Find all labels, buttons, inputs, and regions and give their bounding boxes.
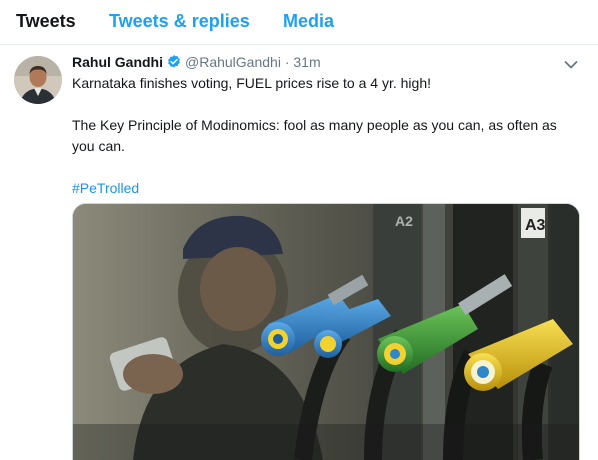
tab-tweets[interactable]: Tweets (16, 11, 76, 32)
hashtag-link[interactable]: #PeTrolled (72, 178, 582, 199)
tab-media[interactable]: Media (283, 11, 334, 32)
fuel-pump-photo: A3 A2 (73, 204, 579, 460)
tweet[interactable]: Rahul Gandhi @RahulGandhi · 31m Karnataka… (0, 45, 598, 460)
tab-tweets-and-replies[interactable]: Tweets & replies (109, 11, 250, 32)
separator-dot: · (284, 54, 290, 70)
tweet-media-photo[interactable]: A3 A2 (72, 203, 580, 460)
tweet-text-line-2: The Key Principle of Modinomics: fool as… (72, 117, 557, 154)
avatar-image (14, 56, 62, 104)
verified-badge-icon (166, 54, 182, 73)
tweet-text-line-1: Karnataka finishes voting, FUEL prices r… (72, 75, 431, 91)
avatar[interactable] (14, 56, 62, 104)
author-handle[interactable]: @RahulGandhi (185, 54, 281, 70)
pump-label-a3: A3 (525, 217, 546, 234)
profile-tabs: Tweets Tweets & replies Media (0, 0, 598, 45)
pump-label-a2: A2 (395, 213, 413, 229)
tweet-header: Rahul Gandhi @RahulGandhi · 31m (72, 54, 321, 73)
tweet-text: Karnataka finishes voting, FUEL prices r… (72, 73, 582, 199)
tweet-timestamp[interactable]: 31m (293, 54, 320, 70)
author-name[interactable]: Rahul Gandhi (72, 54, 163, 70)
